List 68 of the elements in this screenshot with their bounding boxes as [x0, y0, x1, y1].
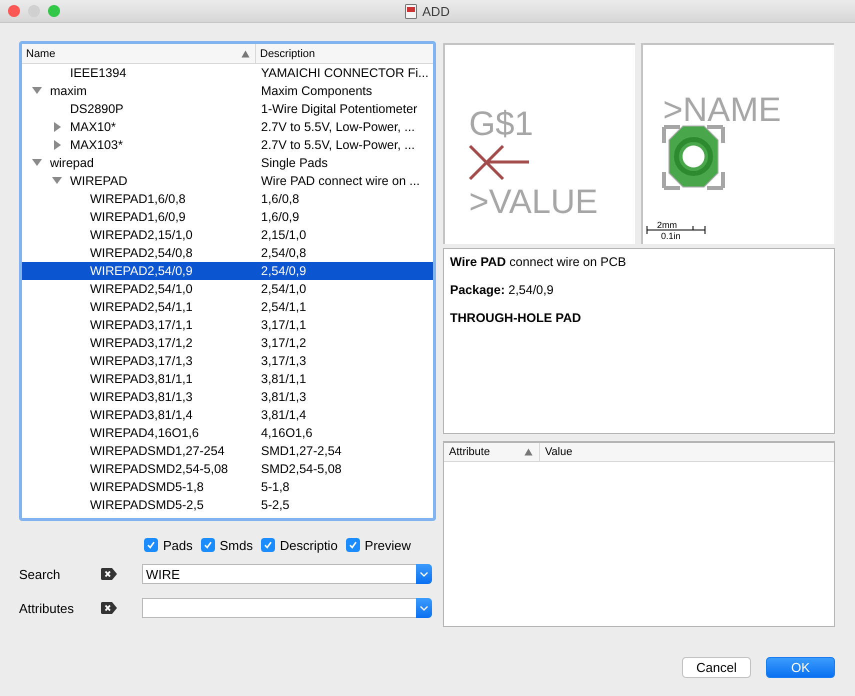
- clear-icon[interactable]: [101, 568, 117, 580]
- close-icon[interactable]: [8, 5, 20, 17]
- tree-row[interactable]: DS2890P 1-Wire Digital Potentiometer: [22, 100, 433, 118]
- checkbox[interactable]: [260, 538, 275, 552]
- tree-row[interactable]: WIREPAD2,15/1,0 2,15/1,0: [22, 226, 433, 244]
- tree-row[interactable]: WIREPAD2,54/0,9 2,54/0,9: [22, 262, 433, 280]
- tree-row[interactable]: wirepad Single Pads: [22, 154, 433, 172]
- tree-row[interactable]: WIREPAD4,16O1,6 4,16O1,6: [22, 424, 433, 442]
- part-value-label: >VALUE: [469, 183, 598, 221]
- dropdown-button[interactable]: [416, 564, 432, 584]
- field-label: Search: [19, 566, 62, 582]
- tree-row[interactable]: WIREPAD2,54/1,0 2,54/1,0: [22, 280, 433, 298]
- checkmark-icon: [146, 540, 156, 550]
- dropdown-button[interactable]: [416, 598, 432, 618]
- tree-row[interactable]: WIREPADSMD1,27-254 SMD1,27-2,54: [22, 442, 433, 460]
- tree-row[interactable]: MAX10* 2.7V to 5.5V, Low-Power, ...: [22, 118, 433, 136]
- package-name-label: >NAME: [663, 91, 782, 129]
- checkbox-label: Descriptio: [280, 538, 338, 552]
- tree-row[interactable]: WIREPAD3,17/1,3 3,17/1,3: [22, 352, 433, 370]
- checkbox[interactable]: [346, 538, 360, 552]
- checkbox-label: Pads: [163, 538, 193, 552]
- tree-row[interactable]: WIREPAD2,54/0,8 2,54/0,8: [22, 244, 433, 262]
- tree-row[interactable]: IEEE1394 YAMAICHI CONNECTOR Fi...: [22, 64, 433, 82]
- scale-bar-drawing: 2mm 0.1in: [646, 220, 706, 241]
- checkbox-label: Preview: [364, 538, 411, 552]
- tree-row[interactable]: WIREPAD3,17/1,2 3,17/1,2: [22, 334, 433, 352]
- attributes-field[interactable]: [142, 598, 416, 618]
- clear-icon[interactable]: [101, 602, 117, 614]
- checkbox[interactable]: [144, 538, 158, 552]
- tree-row[interactable]: WIREPAD3,81/1,4 3,81/1,4: [22, 406, 433, 424]
- column-header[interactable]: Value: [540, 443, 572, 461]
- column-header[interactable]: Name: [22, 44, 256, 63]
- tree-row[interactable]: WIREPAD1,6/0,8 1,6/0,8: [22, 190, 433, 208]
- description-text: Package: 2,54/0,9: [450, 283, 555, 297]
- tree-row[interactable]: WIREPAD3,81/1,3 3,81/1,3: [22, 388, 433, 406]
- tree-row[interactable]: MAX103* 2.7V to 5.5V, Low-Power, ...: [22, 136, 433, 154]
- ok-button[interactable]: OK: [766, 657, 835, 678]
- checkmark-icon: [202, 540, 213, 550]
- collapsed-triangle-icon[interactable]: [51, 139, 63, 151]
- cancel-button[interactable]: Cancel: [682, 657, 751, 678]
- column-header[interactable]: Description: [256, 44, 316, 63]
- description-text: Wire PAD connect wire on PCB: [450, 255, 628, 269]
- collapsed-triangle-icon[interactable]: [51, 121, 63, 133]
- column-header[interactable]: Attribute: [444, 443, 540, 461]
- tree-row[interactable]: WIREPADSMD2,54-5,08 SMD2,54-5,08: [22, 460, 433, 478]
- search-field[interactable]: WIRE: [142, 564, 416, 584]
- caret-icon: [420, 606, 428, 610]
- tree-row[interactable]: WIREPAD2,54/1,1 2,54/1,1: [22, 298, 433, 316]
- tree-row[interactable]: WIREPADSMD5-2,5 5-2,5: [22, 496, 433, 514]
- tree-row[interactable]: WIREPAD1,6/0,9 1,6/0,9: [22, 208, 433, 226]
- document-icon: [405, 4, 418, 18]
- tree-row[interactable]: WIREPAD3,81/1,1 3,81/1,1: [22, 370, 433, 388]
- description-heading: THROUGH-HOLE PAD: [450, 311, 582, 325]
- zoom-icon[interactable]: [48, 5, 60, 17]
- part-name-label: G$1: [469, 105, 534, 143]
- checkbox[interactable]: [200, 538, 215, 552]
- caret-icon: [420, 572, 428, 576]
- checkbox-label: Smds: [220, 538, 253, 552]
- field-label: Attributes: [19, 600, 75, 616]
- checkmark-icon: [262, 540, 273, 550]
- pad-drawing: [662, 125, 725, 190]
- window-title: ADD: [422, 4, 450, 18]
- pin-drawing: [468, 144, 530, 180]
- tree-row[interactable]: WIREPAD Wire PAD connect wire on ...: [22, 172, 433, 190]
- tree-row[interactable]: WIREPAD3,17/1,1 3,17/1,1: [22, 316, 433, 334]
- tree-row[interactable]: WIREPADSMD5-1,8 5-1,8: [22, 478, 433, 496]
- tree-row[interactable]: maxim Maxim Components: [22, 82, 433, 100]
- checkmark-icon: [348, 540, 358, 550]
